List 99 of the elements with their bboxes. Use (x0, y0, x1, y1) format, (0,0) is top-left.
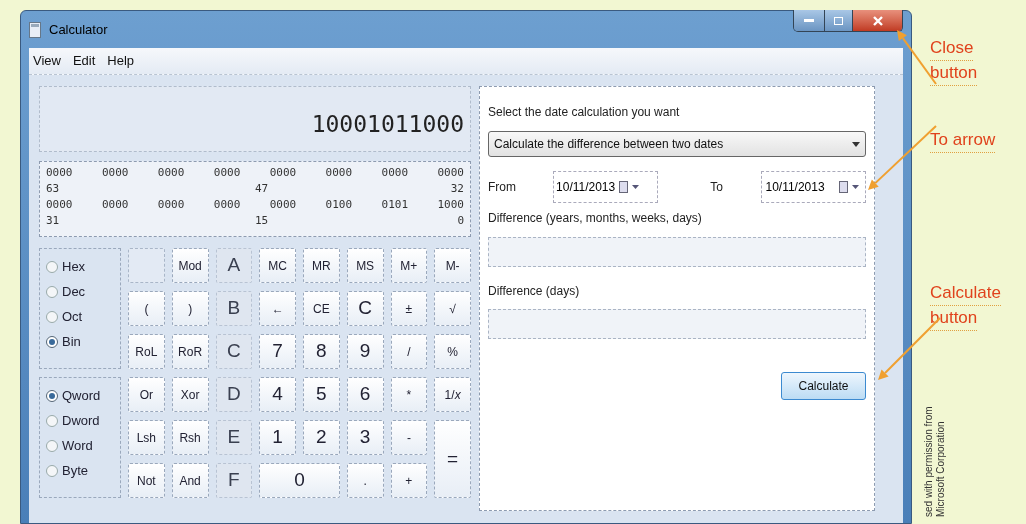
calculator-key[interactable]: Lsh (128, 420, 165, 455)
calculator-key[interactable]: MS (346, 248, 384, 283)
radio-option[interactable]: Qword (46, 383, 114, 408)
calculator-key[interactable]: 0 (259, 463, 340, 498)
prompt-label: Select the date calculation you want (488, 104, 681, 121)
bit-group: 0101 (381, 197, 409, 213)
calculator-key[interactable]: ± (390, 291, 428, 326)
radio-option[interactable]: Bin (46, 329, 114, 354)
calculator-key[interactable]: + (390, 463, 428, 498)
bit-position-label: 32 (450, 182, 464, 195)
menu-item[interactable]: Edit (72, 51, 96, 71)
bit-group: 0000 (381, 165, 409, 181)
calculator-key[interactable]: 3 (346, 420, 384, 455)
calculator-key[interactable]: RoL (128, 334, 165, 369)
calculator-key[interactable]: Rsh (171, 420, 209, 455)
calculator-key[interactable]: * (390, 377, 428, 412)
bit-position-label: 31 (46, 214, 60, 227)
radio-option[interactable]: Word (46, 433, 114, 458)
window-title: Calculator (49, 20, 108, 39)
calculator-key[interactable]: % (434, 334, 471, 369)
to-label: To (710, 179, 724, 196)
callout-label: Close (930, 36, 974, 61)
calculator-key[interactable]: / (390, 334, 428, 369)
callout-label: Calculate (930, 281, 1001, 306)
calculation-dropdown[interactable]: Calculate the difference between two dates (488, 131, 866, 157)
radio-option[interactable]: Oct (46, 304, 114, 329)
caret-icon (632, 185, 640, 189)
radio-option[interactable]: Hex (46, 254, 114, 279)
maximize-button[interactable] (824, 10, 852, 31)
calculator-key[interactable]: Not (128, 463, 165, 498)
callout-label: To arrow (930, 128, 996, 153)
calculator-key[interactable]: RoR (171, 334, 209, 369)
calculator-key[interactable]: 5 (303, 377, 340, 412)
calculator-key[interactable]: 8 (303, 334, 340, 369)
bit-group: 0000 (157, 197, 185, 213)
credit-text: sed with permission from Microsoft Corporation (923, 405, 947, 517)
bit-position-label: 47 (255, 182, 269, 195)
calculator-key[interactable]: MC (259, 248, 296, 283)
calculator-key[interactable]: ← (259, 291, 296, 326)
calculator-key[interactable]: 7 (259, 334, 296, 369)
from-date-field[interactable]: 10/11/2013 (553, 171, 659, 203)
bit-group: 0000 (325, 165, 353, 181)
radio-option[interactable]: Byte (46, 458, 114, 483)
calculator-key[interactable]: 9 (346, 334, 384, 369)
to-date-field[interactable]: 10/11/2013 (761, 171, 866, 203)
calculator-key[interactable]: 2 (303, 420, 340, 455)
radio-option[interactable]: Dword (46, 408, 114, 433)
calculator-key[interactable]: ) (171, 291, 209, 326)
calculator-key[interactable]: = (434, 420, 471, 498)
calculator-key[interactable]: Or (128, 377, 165, 412)
bit-group: 0000 (213, 165, 241, 181)
callout-label: button (930, 61, 978, 86)
close-icon (872, 15, 883, 26)
close-button[interactable] (852, 10, 902, 31)
calculator-key[interactable]: Mod (171, 248, 209, 283)
callout-label: button (930, 306, 978, 331)
calculator-key[interactable]: . (346, 463, 384, 498)
bit-group: 0100 (325, 197, 353, 213)
bit-group: 0000 (213, 197, 241, 213)
bit-group: 0000 (269, 197, 297, 213)
result-display: 10001011000 (39, 86, 471, 152)
calculator-key[interactable]: M+ (390, 248, 428, 283)
caret-icon (852, 185, 859, 189)
calculator-key[interactable]: 1 (259, 420, 296, 455)
calculate-button[interactable]: Calculate (781, 372, 866, 400)
caret-icon (852, 141, 860, 147)
calculator-key[interactable]: - (390, 420, 428, 455)
calculator-key[interactable]: CE (303, 291, 340, 326)
calculator-key[interactable]: ( (128, 291, 165, 326)
days-label: Difference (days) (488, 283, 581, 300)
calculator-key[interactable]: Xor (171, 377, 209, 412)
calculator-icon (29, 21, 41, 38)
bit-group: 0000 (46, 165, 73, 181)
from-label: From (488, 179, 517, 196)
calculator-key[interactable]: C (346, 291, 384, 326)
calculator-key[interactable]: √ (434, 291, 471, 326)
calendar-icon (619, 181, 629, 193)
calculator-key[interactable]: M- (434, 248, 471, 283)
bit-position-label: 63 (46, 182, 60, 195)
calculator-key[interactable]: 4 (259, 377, 296, 412)
bit-group: 0000 (437, 165, 464, 181)
bit-group: 0000 (157, 165, 185, 181)
calculator-key[interactable]: 1/x (434, 377, 471, 412)
calculator-key[interactable]: MR (303, 248, 340, 283)
bit-group: 0000 (46, 197, 73, 213)
bit-position-label: 15 (255, 214, 269, 227)
blank-key (128, 248, 165, 283)
menu-item[interactable]: View (33, 51, 61, 71)
bit-group: 0000 (101, 197, 129, 213)
calculator-key[interactable]: 6 (346, 377, 384, 412)
calculator-key[interactable]: And (171, 463, 209, 498)
radio-option[interactable]: Dec (46, 279, 114, 304)
difference-label: Difference (years, months, weeks, days) (488, 210, 703, 227)
bit-group: 0000 (101, 165, 129, 181)
bit-position-label: 0 (457, 214, 464, 227)
menu-item[interactable]: Help (107, 51, 135, 71)
calendar-icon (839, 181, 848, 193)
bit-group: 0000 (269, 165, 297, 181)
bit-group: 1000 (437, 197, 464, 213)
